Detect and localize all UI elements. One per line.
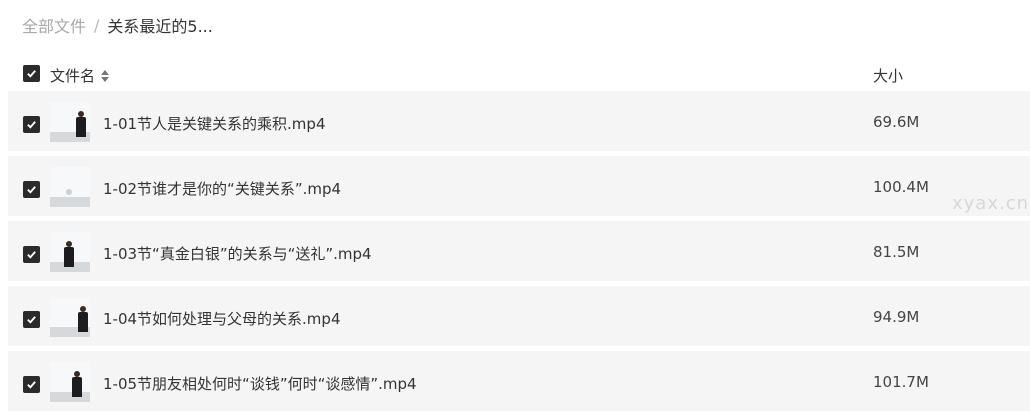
video-thumbnail[interactable] [50,102,90,142]
file-row[interactable]: 1-02节谁才是你的“关键关系”.mp4 100.4M [8,156,1030,216]
file-name[interactable]: 1-01节人是关键关系的乘积.mp4 [103,113,326,134]
column-header-filename-label: 文件名 [50,67,96,85]
file-row[interactable]: 1-05节朋友相处何时“谈钱”何时“谈感情”.mp4 101.7M [8,351,1030,411]
video-thumbnail[interactable] [50,232,90,272]
file-size: 94.9M [873,308,920,326]
file-name[interactable]: 1-02节谁才是你的“关键关系”.mp4 [103,178,341,199]
select-all-checkbox[interactable] [23,65,40,82]
row-checkbox[interactable] [23,116,40,133]
row-checkbox[interactable] [23,246,40,263]
video-thumbnail[interactable] [50,297,90,337]
checkmark-icon [27,251,36,259]
row-checkbox[interactable] [23,181,40,198]
breadcrumb-current-folder: 关系最近的5... [107,17,213,36]
column-header-size[interactable]: 大小 [873,65,903,86]
file-row[interactable]: 1-01节人是关键关系的乘积.mp4 69.6M [8,91,1030,151]
file-name[interactable]: 1-04节如何处理与父母的关系.mp4 [103,308,341,329]
file-row[interactable]: 1-04节如何处理与父母的关系.mp4 94.9M [8,286,1030,346]
checkmark-icon [27,121,36,129]
checkmark-icon [27,316,36,324]
video-thumbnail[interactable] [50,167,90,207]
breadcrumb-separator: / [94,15,100,35]
file-size: 69.6M [873,113,920,131]
file-name[interactable]: 1-03节“真金白银”的关系与“送礼”.mp4 [103,243,372,264]
row-checkbox[interactable] [23,376,40,393]
watermark-text: xyax.cn [952,193,1030,214]
video-thumbnail[interactable] [50,362,90,402]
file-name[interactable]: 1-05节朋友相处何时“谈钱”何时“谈感情”.mp4 [103,373,417,394]
file-row[interactable]: 1-03节“真金白银”的关系与“送礼”.mp4 81.5M [8,221,1030,281]
checkmark-icon [27,186,36,194]
checkmark-icon [27,381,36,389]
checkmark-icon [27,70,36,78]
row-checkbox[interactable] [23,311,40,328]
file-size: 81.5M [873,243,920,261]
column-header-filename[interactable]: 文件名 [50,65,110,86]
breadcrumb-root-link[interactable]: 全部文件 [22,13,86,37]
sort-icon[interactable] [101,69,110,82]
breadcrumb: 全部文件 / 关系最近的5... [22,13,213,37]
file-list-header: 文件名 大小 [0,60,1030,88]
file-size: 101.7M [873,373,929,391]
file-size: 100.4M [873,178,929,196]
